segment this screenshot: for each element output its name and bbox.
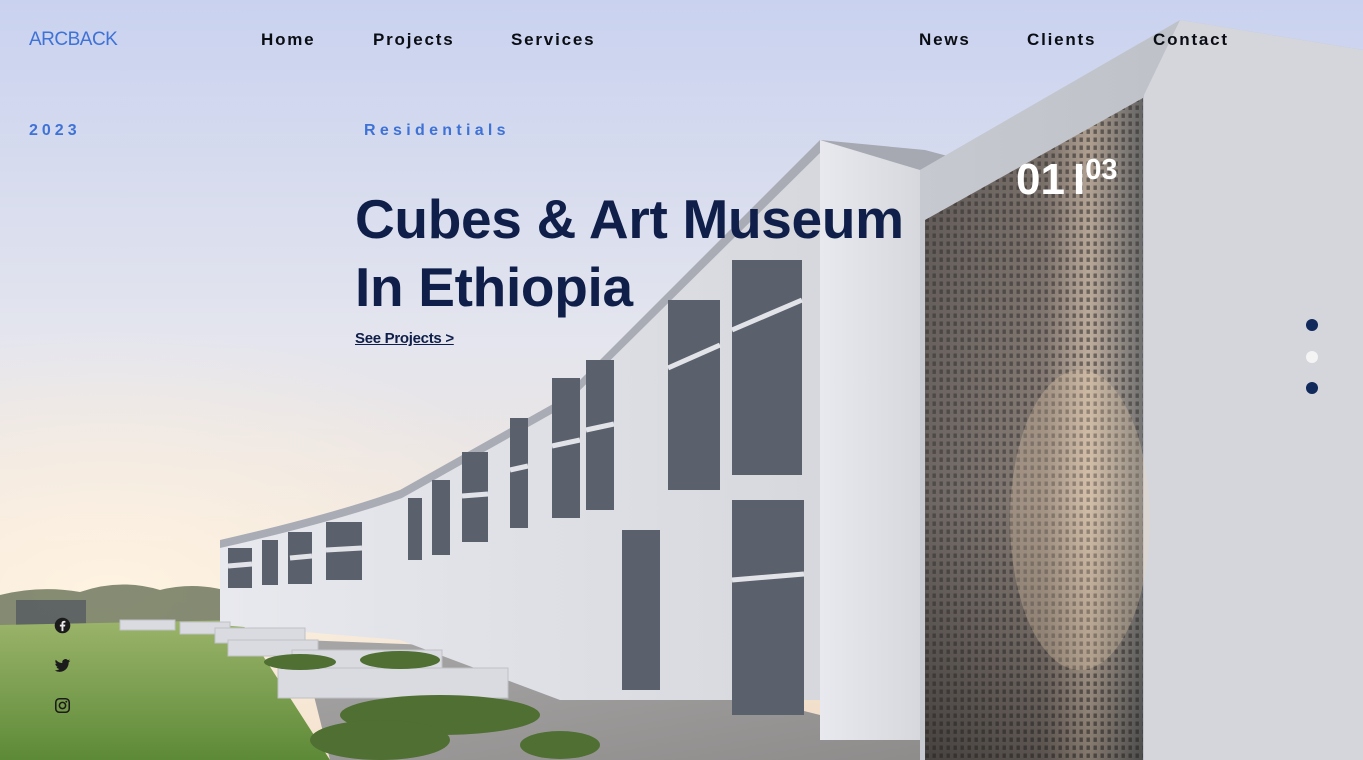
nav-news[interactable]: News [919,30,971,50]
hero-title-line-1: Cubes & Art Museum [355,188,904,250]
nav-services[interactable]: Services [511,30,595,50]
slide-dot-3[interactable] [1306,382,1318,394]
nav-clients[interactable]: Clients [1027,30,1096,50]
slide-counter-total: 03 [1085,154,1118,186]
slide-dot-1[interactable] [1306,319,1318,331]
instagram-icon[interactable] [54,697,71,714]
nav-contact[interactable]: Contact [1153,30,1229,50]
hero-title: Cubes & Art Museum In Ethiopia [355,185,904,321]
slide-pagination [1306,319,1318,414]
nav-home[interactable]: Home [261,30,315,50]
slide-counter-separator: I [1072,155,1086,204]
facebook-icon[interactable] [54,617,71,634]
see-projects-link[interactable]: See Projects > [355,330,454,347]
twitter-icon[interactable] [54,657,71,674]
hero-title-line-2: In Ethiopia [355,256,633,318]
brand-logo[interactable]: ARCBACK [29,29,118,51]
project-year: 2023 [29,122,81,139]
nav-projects[interactable]: Projects [373,30,455,50]
slide-counter: 01 I03 [1016,150,1117,210]
hero-background-image [0,0,1363,760]
slide-dot-2[interactable] [1306,350,1318,363]
project-category: Residentials [364,122,510,139]
slide-counter-current: 01 [1016,155,1065,204]
